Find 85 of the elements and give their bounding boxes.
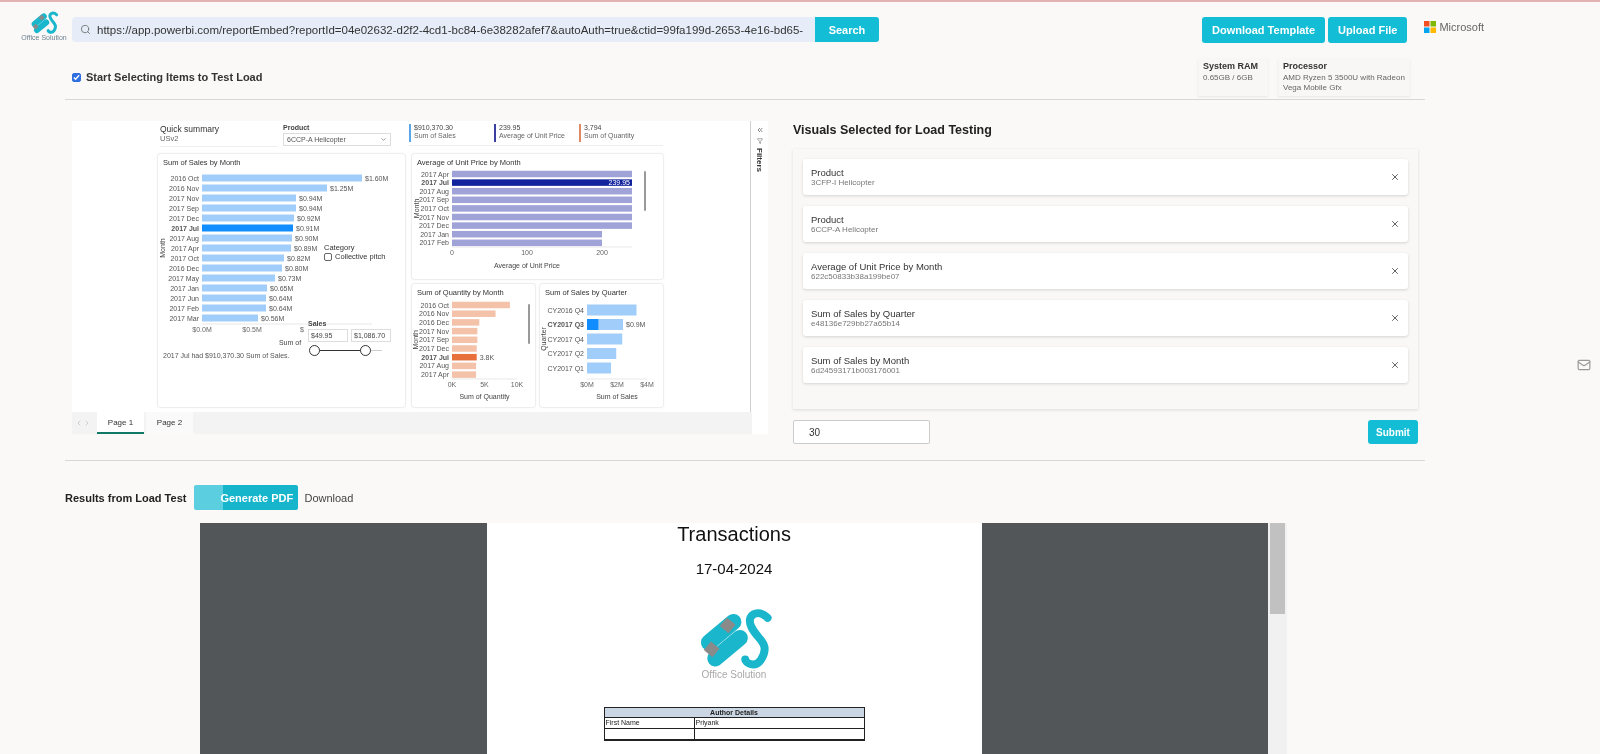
panel-title: Visuals Selected for Load Testing <box>793 123 993 137</box>
highlighted-bar[interactable] <box>452 353 477 361</box>
page-tab[interactable]: Page 1 <box>97 412 144 434</box>
bar[interactable] <box>452 205 632 212</box>
visual-id: 622c50833b38a199be07 <box>811 272 901 281</box>
bar[interactable] <box>452 319 480 326</box>
bar[interactable] <box>202 184 327 192</box>
page-tab[interactable]: Page 2 <box>146 412 193 434</box>
bar[interactable] <box>452 187 632 195</box>
brand-name: Microsoft <box>1439 21 1484 33</box>
info-value: 0.65GB / 6GB <box>1203 73 1254 83</box>
bar[interactable] <box>452 327 478 335</box>
highlighted-bar[interactable] <box>452 179 632 186</box>
bar[interactable] <box>202 194 296 202</box>
bar[interactable] <box>202 254 284 262</box>
slider-thumb[interactable] <box>359 345 371 357</box>
info-value: AMD Ryzen 5 3500U with Radeon Vega Mobile Gfx <box>1283 73 1405 93</box>
bar[interactable] <box>202 304 266 312</box>
axis-line <box>451 378 518 380</box>
bar[interactable] <box>202 314 258 322</box>
visual-name: Sum of Sales by Quarter <box>811 308 917 319</box>
bar[interactable] <box>452 196 632 204</box>
close-button[interactable] <box>1390 266 1400 276</box>
visual-id: e48136e729bb27a65b14 <box>811 319 901 328</box>
chevron-down-icon <box>380 136 387 144</box>
scrollbar[interactable] <box>528 304 530 344</box>
company-logo <box>29 10 59 34</box>
count-input[interactable]: 30 <box>793 420 930 444</box>
visual-name: Sum of Sales by Month <box>811 355 911 366</box>
bar[interactable] <box>202 174 362 182</box>
bar[interactable] <box>202 294 266 302</box>
logo-caption: Office Solution <box>701 669 767 681</box>
bar[interactable] <box>452 222 632 229</box>
download-link[interactable]: Download <box>304 491 354 504</box>
bar[interactable] <box>598 319 623 330</box>
visual-id: 6d24593171b003176001 <box>811 366 901 375</box>
bar[interactable] <box>202 264 282 272</box>
visual-name: Product <box>811 167 845 178</box>
bar[interactable] <box>452 213 632 221</box>
visual-name: Product <box>811 214 845 225</box>
bar[interactable] <box>452 336 478 344</box>
pdf-title: Transactions <box>677 523 791 546</box>
slider-thumb[interactable] <box>308 345 320 357</box>
mail-icon[interactable] <box>1577 358 1591 372</box>
bar[interactable] <box>587 348 617 359</box>
bar[interactable] <box>202 244 291 252</box>
bar[interactable] <box>202 204 296 212</box>
visual-id: 3CFP-I Helicopter <box>811 178 876 187</box>
results-title: Results from Load Test <box>65 491 187 504</box>
close-button[interactable] <box>1390 313 1400 323</box>
summary-title: Quick summary <box>160 124 220 135</box>
search-icon <box>80 24 91 35</box>
bar[interactable] <box>202 284 267 292</box>
scrollbar[interactable] <box>644 171 646 211</box>
bar[interactable] <box>587 333 623 345</box>
checkbox[interactable] <box>72 72 81 82</box>
checkbox-label: Start Selecting Items to Test Load <box>86 71 263 83</box>
filters-pane-label[interactable]: Filters <box>755 148 764 172</box>
url-field[interactable]: https://app.powerbi.com/reportEmbed?reportId=04e02632-d2f2-4cd1-bc84-6e38282afef7&autoAuth=true&ctid=99fa199d-2653-4e16-bd65- <box>72 17 815 42</box>
windows-logo-icon <box>1424 21 1437 33</box>
visual-id: 6CCP-A Helicopter <box>811 225 880 234</box>
bar[interactable] <box>452 371 477 378</box>
bar[interactable] <box>202 274 275 282</box>
bar[interactable] <box>587 362 611 374</box>
bar[interactable] <box>202 214 294 222</box>
close-button[interactable] <box>1390 172 1400 182</box>
collapse-icon[interactable] <box>755 126 764 134</box>
filter-icon <box>756 138 763 144</box>
info-label: Processor <box>1283 61 1329 71</box>
info-label: System RAM <box>1203 61 1259 71</box>
scrollbar[interactable] <box>1268 523 1287 754</box>
bar[interactable] <box>452 239 602 247</box>
bar[interactable] <box>202 234 292 242</box>
bar[interactable] <box>452 301 510 309</box>
next-page-icon[interactable] <box>83 419 91 427</box>
close-button[interactable] <box>1390 219 1400 229</box>
checkbox[interactable] <box>324 252 332 261</box>
bar[interactable] <box>452 362 477 370</box>
visual-name: Average of Unit Price by Month <box>811 261 944 272</box>
bar[interactable] <box>452 230 602 238</box>
bar[interactable] <box>587 304 637 316</box>
bar[interactable] <box>452 310 496 317</box>
pdf-date: 17-04-2024 <box>695 560 773 577</box>
previous-page-icon[interactable] <box>75 419 83 427</box>
close-button[interactable] <box>1390 360 1400 370</box>
